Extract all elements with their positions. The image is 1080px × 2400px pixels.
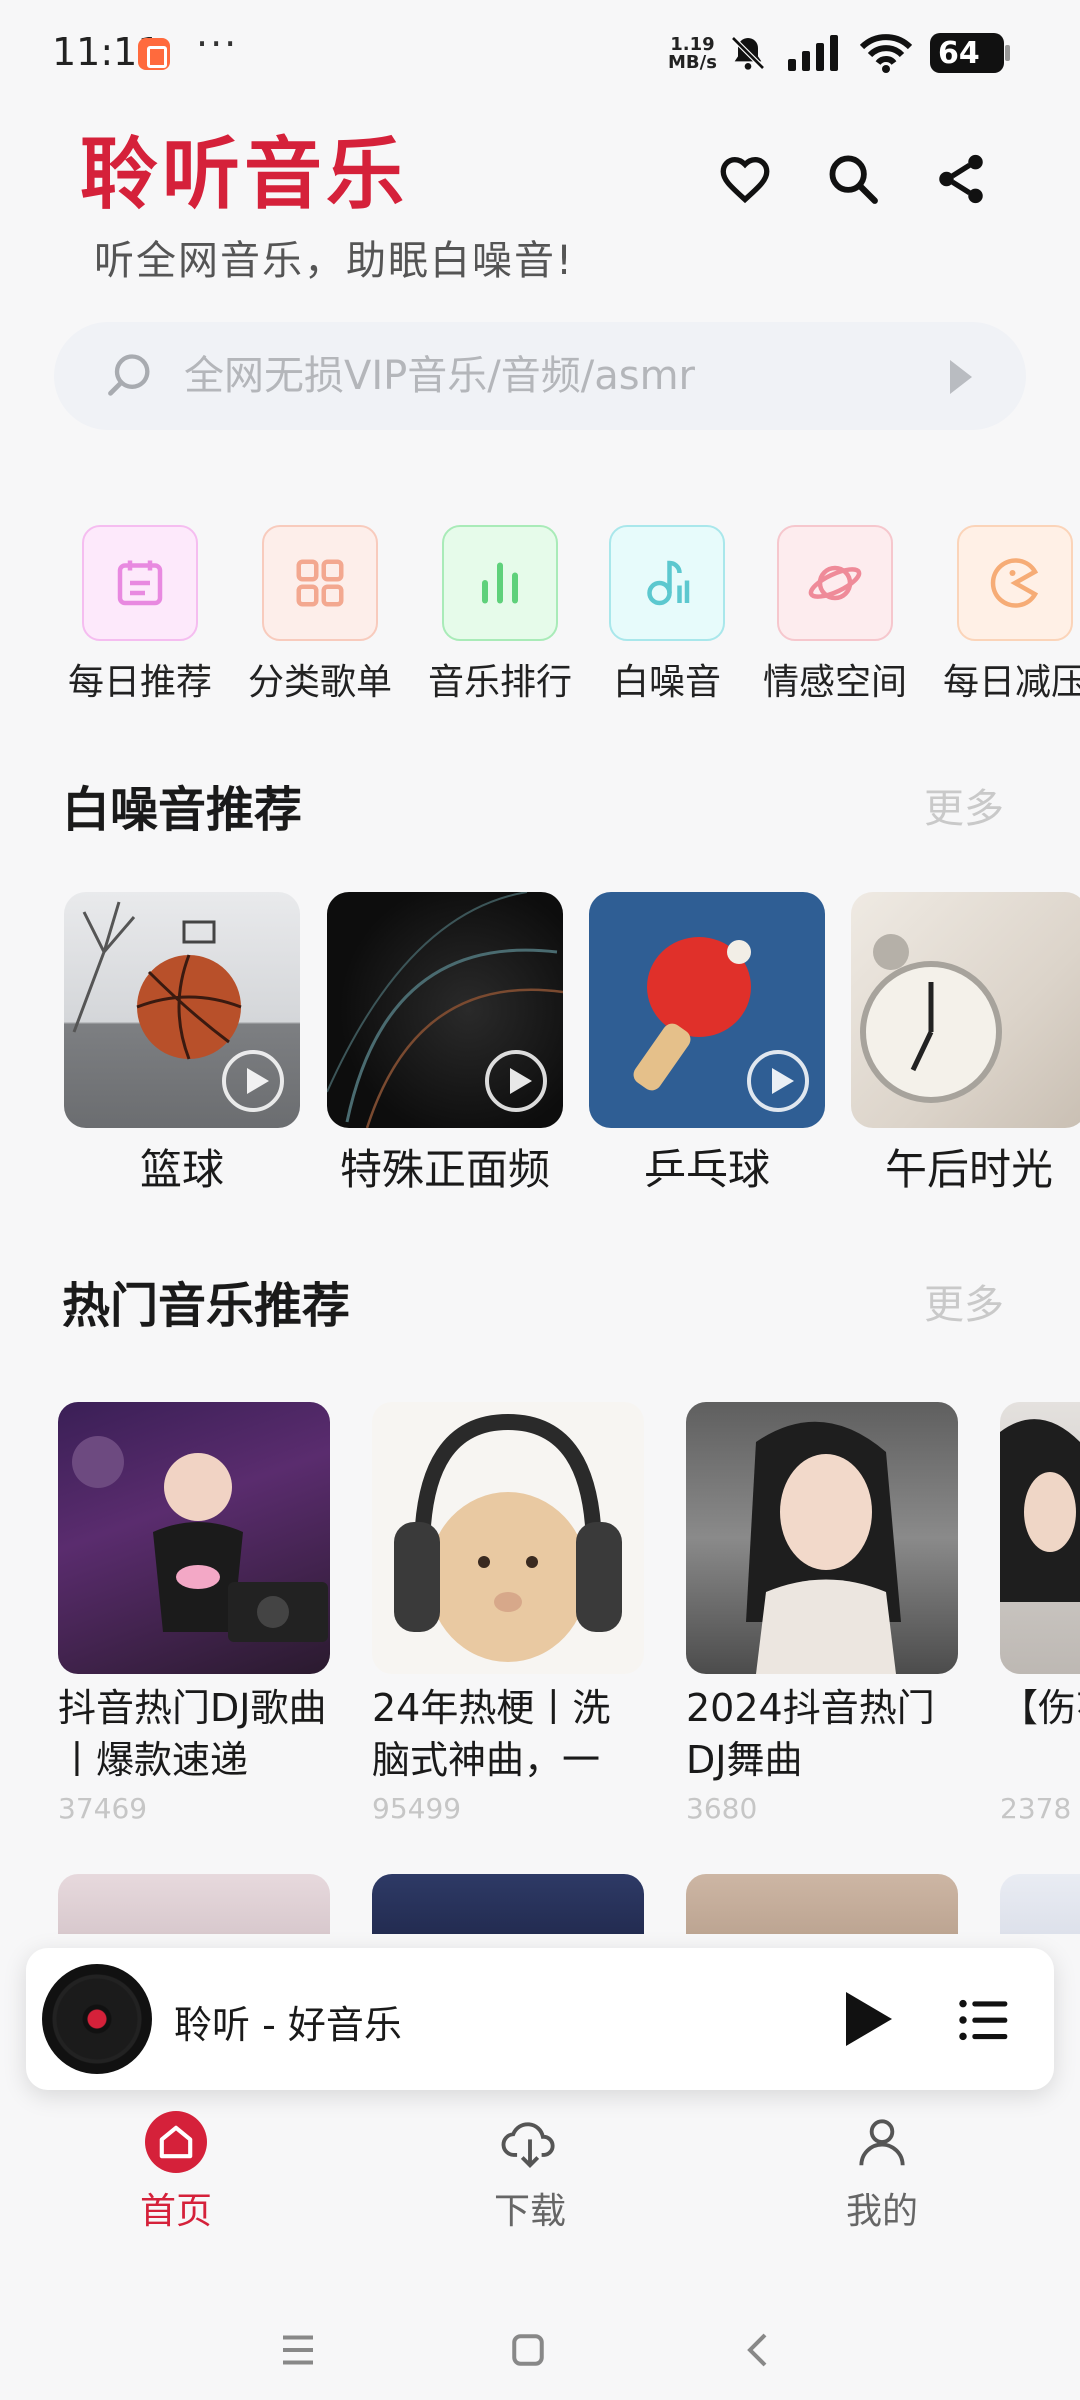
- tab-mine[interactable]: 我的: [782, 2110, 982, 2234]
- white-noise-carousel: 篮球 特殊正面频 乒乓球 午后时光: [0, 892, 1080, 1202]
- play-count: 95499: [372, 1792, 462, 1825]
- category-daily-relax[interactable]: 每日减压: [915, 525, 1080, 705]
- search-bar[interactable]: [54, 322, 1026, 430]
- search-icon: [108, 354, 150, 396]
- noise-cover-image: [64, 892, 300, 1128]
- playlist-menu-icon[interactable]: [956, 1992, 1012, 2048]
- noise-card[interactable]: 篮球: [64, 892, 300, 1197]
- bar-chart-icon: [442, 525, 558, 641]
- bottom-tab-bar: 首页 下载 我的: [0, 2110, 1080, 2260]
- user-icon: [850, 2110, 914, 2174]
- home-button-icon[interactable]: [498, 2320, 558, 2380]
- playlist-title: 2024抖音热门DJ舞曲: [686, 1686, 935, 1782]
- play-count: 3680: [686, 1792, 758, 1825]
- section-title-hot-music: 热门音乐推荐: [62, 1278, 351, 1334]
- noise-card[interactable]: 乒乓球: [589, 892, 825, 1197]
- system-navigation-bar: [0, 2300, 1080, 2400]
- playlist-cover-image[interactable]: [372, 1874, 644, 1934]
- home-icon: [144, 2110, 208, 2174]
- noise-label: 午后时光: [884, 1145, 1053, 1194]
- app-subtitle: 听全网音乐，助眠白噪音!: [94, 238, 575, 284]
- section-title-white-noise: 白噪音推荐: [62, 782, 303, 838]
- header-actions: [716, 150, 990, 208]
- tab-download[interactable]: 下载: [430, 2110, 630, 2234]
- noise-cover-image: [327, 892, 563, 1128]
- share-icon[interactable]: [932, 150, 990, 208]
- category-label: 分类歌单: [247, 662, 392, 703]
- music-note-icon: [609, 525, 725, 641]
- back-icon[interactable]: [730, 2320, 790, 2380]
- play-circle-icon[interactable]: [747, 1050, 809, 1112]
- grid-icon: [262, 525, 378, 641]
- category-label: 情感空间: [762, 662, 907, 703]
- playlist-title: 24年热梗丨洗脑式神曲，一: [372, 1686, 611, 1782]
- playlist-title: 【伤花板: [1000, 1686, 1080, 1730]
- status-icons: 64: [728, 28, 1010, 78]
- network-speed: 1.19 MB/s: [668, 36, 717, 72]
- vinyl-disc-icon: [42, 1964, 152, 2074]
- cloud-download-icon: [498, 2110, 562, 2174]
- playlist-cover-image: [372, 1402, 644, 1674]
- play-icon[interactable]: [846, 1992, 892, 2046]
- noise-card[interactable]: 特殊正面频: [327, 892, 563, 1197]
- category-emotion-space[interactable]: 情感空间: [735, 525, 935, 705]
- noise-label: 乒乓球: [643, 1145, 770, 1194]
- calendar-icon: [82, 525, 198, 641]
- category-daily-recommend[interactable]: 每日推荐: [40, 525, 240, 705]
- search-icon[interactable]: [824, 150, 882, 208]
- play-count: 2378: [1000, 1792, 1072, 1825]
- play-circle-icon[interactable]: [222, 1050, 284, 1112]
- cellular-signal-icon: [788, 35, 838, 71]
- tab-home[interactable]: 首页: [76, 2110, 276, 2234]
- white-noise-more-link[interactable]: 更多: [924, 776, 1004, 834]
- now-playing-title: 聆听 - 好音乐: [174, 2003, 402, 2047]
- notification-app-icon: [138, 38, 170, 70]
- playlist-cover-image[interactable]: [686, 1874, 958, 1934]
- playlist-cover-image: [1000, 1402, 1080, 1674]
- more-notifications-icon: ···: [196, 22, 239, 66]
- category-playlists[interactable]: 分类歌单: [220, 525, 420, 705]
- playlist-cover-image[interactable]: [1000, 1874, 1080, 1934]
- playlist-cover-image: [686, 1402, 958, 1674]
- favorite-heart-icon[interactable]: [716, 150, 774, 208]
- tab-label: 我的: [845, 2191, 918, 2232]
- category-label: 每日减压: [942, 662, 1080, 703]
- planet-icon: [777, 525, 893, 641]
- playlist-card[interactable]: 2024抖音热门DJ舞曲 3680: [686, 1402, 958, 1825]
- play-circle-icon[interactable]: [485, 1050, 547, 1112]
- search-input[interactable]: [184, 322, 944, 430]
- pacman-icon: [957, 525, 1073, 641]
- recent-apps-icon[interactable]: [268, 2320, 328, 2380]
- network-speed-unit: MB/s: [668, 52, 717, 73]
- hot-music-carousel: 抖音热门DJ歌曲丨爆款速递 37469 24年热梗丨洗脑式神曲，一 95499: [0, 1402, 1080, 1842]
- category-shortcuts: 每日推荐 分类歌单 音乐排行 白噪音 情感空间 每日减压: [0, 525, 1080, 725]
- battery-indicator: 64: [930, 33, 1010, 73]
- tab-label: 首页: [139, 2191, 212, 2232]
- tab-label: 下载: [493, 2191, 566, 2232]
- search-submit-arrow-icon[interactable]: [950, 360, 972, 394]
- hot-music-next-row: [0, 1874, 1080, 1934]
- category-label: 每日推荐: [67, 662, 212, 703]
- hot-music-more-link[interactable]: 更多: [924, 1272, 1004, 1330]
- noise-card[interactable]: 午后时光: [851, 892, 1080, 1197]
- playlist-card[interactable]: 【伤花板 2378: [1000, 1402, 1080, 1825]
- playlist-card[interactable]: 抖音热门DJ歌曲丨爆款速递 37469: [58, 1402, 330, 1825]
- status-bar: 11:11 ··· 1.19 MB/s 64: [0, 0, 1080, 100]
- noise-cover-image: [851, 892, 1080, 1128]
- mute-bell-icon: [731, 36, 765, 70]
- app-title: 聆听音乐: [80, 130, 409, 220]
- playlist-title: 抖音热门DJ歌曲丨爆款速递: [58, 1686, 327, 1782]
- mini-player[interactable]: 聆听 - 好音乐: [26, 1948, 1054, 2090]
- playlist-cover-image: [58, 1402, 330, 1674]
- noise-label: 篮球: [139, 1145, 224, 1194]
- wifi-icon: [860, 34, 912, 73]
- playlist-cover-image[interactable]: [58, 1874, 330, 1934]
- noise-cover-image: [589, 892, 825, 1128]
- playlist-card[interactable]: 24年热梗丨洗脑式神曲，一 95499: [372, 1402, 644, 1825]
- play-count: 37469: [58, 1792, 148, 1825]
- noise-label: 特殊正面频: [339, 1145, 550, 1194]
